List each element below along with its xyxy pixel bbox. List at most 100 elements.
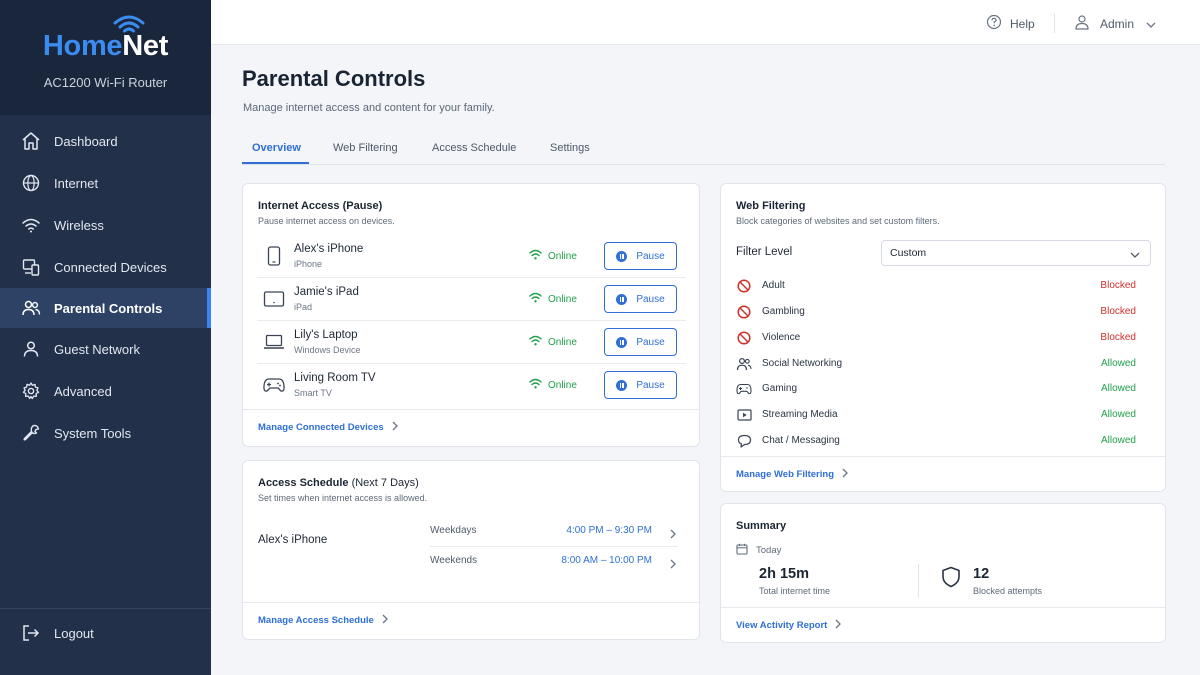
topbar-divider: [1054, 13, 1055, 33]
device-type: iPad: [294, 302, 313, 312]
sidebar-divider: [0, 608, 211, 609]
filter-level-select[interactable]: Custom: [881, 240, 1151, 266]
sidebar-item-system-tools[interactable]: System Tools: [0, 412, 211, 454]
devices-icon: [20, 256, 42, 278]
category-status[interactable]: Blocked: [1100, 280, 1136, 291]
schedule-row-weekdays[interactable]: Weekdays 4:00 PM – 9:30 PM: [430, 517, 678, 547]
web-filtering-card: Web Filtering Block categories of websit…: [720, 183, 1166, 492]
internet-access-card: Internet Access (Pause) Pause internet a…: [242, 183, 700, 447]
chevron-right-icon: [382, 614, 388, 627]
category-status[interactable]: Allowed: [1101, 383, 1136, 394]
sidebar-item-label: Advanced: [54, 383, 112, 399]
category-status[interactable]: Allowed: [1101, 409, 1136, 420]
logout-section: Logout: [0, 612, 211, 654]
category-row: Social Networking Allowed: [736, 354, 1136, 374]
card-footer: Manage Connected Devices: [243, 409, 699, 446]
sidebar-nav: Dashboard Internet Wireless Connected De…: [0, 120, 211, 454]
brand-logo[interactable]: HomeNet: [0, 30, 211, 63]
sidebar-item-parental-controls[interactable]: Parental Controls: [0, 288, 211, 328]
category-status[interactable]: Allowed: [1101, 358, 1136, 369]
manage-access-schedule-link[interactable]: Manage Access Schedule: [258, 614, 388, 627]
device-name: Lily's Laptop: [294, 329, 358, 341]
help-button[interactable]: Help: [986, 14, 1035, 33]
sidebar-item-advanced[interactable]: Advanced: [0, 370, 211, 412]
category-status[interactable]: Blocked: [1100, 306, 1136, 317]
user-icon: [1074, 14, 1090, 33]
tab-web-filtering[interactable]: Web Filtering: [333, 142, 398, 154]
schedule-row-weekends[interactable]: Weekends 8:00 AM – 10:00 PM: [430, 547, 678, 577]
stat-divider: [918, 564, 919, 598]
manage-web-filtering-link[interactable]: Manage Web Filtering: [736, 468, 848, 481]
pause-button[interactable]: Pause: [604, 285, 677, 313]
category-row: Streaming Media Allowed: [736, 405, 1136, 425]
sidebar-item-dashboard[interactable]: Dashboard: [0, 120, 211, 162]
sidebar-item-connected-devices[interactable]: Connected Devices: [0, 246, 211, 288]
category-row: Gaming Allowed: [736, 379, 1136, 399]
link-label: Manage Access Schedule: [258, 615, 374, 626]
help-icon: [986, 14, 1002, 33]
category-status[interactable]: Blocked: [1100, 332, 1136, 343]
users-icon: [20, 297, 42, 319]
manage-connected-devices-link[interactable]: Manage Connected Devices: [258, 421, 398, 434]
block-icon: [736, 330, 752, 346]
top-bar: Help Admin: [211, 0, 1200, 45]
page-title: Parental Controls: [242, 66, 426, 91]
tab-access-schedule[interactable]: Access Schedule: [432, 142, 516, 154]
logout-button[interactable]: Logout: [0, 612, 211, 654]
chevron-down-icon: [1130, 249, 1140, 261]
brand-name-net: Net: [122, 30, 169, 62]
pause-button[interactable]: Pause: [604, 371, 677, 399]
sidebar-item-wireless[interactable]: Wireless: [0, 204, 211, 246]
schedule-device-name: Alex's iPhone: [258, 534, 328, 546]
schedule-time: 4:00 PM – 9:30 PM: [566, 525, 652, 536]
pause-icon: [616, 293, 628, 305]
device-row: Alex's iPhone iPhone Online Pause: [257, 235, 686, 278]
category-name: Streaming Media: [762, 409, 838, 420]
category-row: Chat / Messaging Allowed: [736, 431, 1136, 451]
category-status[interactable]: Allowed: [1101, 435, 1136, 446]
device-status: Online: [529, 378, 577, 392]
laptop-icon: [263, 332, 285, 352]
user-name: Admin: [1100, 16, 1135, 31]
status-label: Online: [548, 379, 577, 391]
user-menu[interactable]: Admin: [1074, 14, 1156, 33]
tab-bar: Overview Web Filtering Access Schedule S…: [242, 132, 1165, 165]
summary-period: Today: [736, 543, 781, 558]
block-icon: [736, 304, 752, 320]
card-footer: Manage Access Schedule: [243, 602, 699, 639]
tab-settings[interactable]: Settings: [550, 142, 590, 154]
device-row: Living Room TV Smart TV Online Pause: [257, 364, 686, 407]
help-label: Help: [1010, 16, 1035, 31]
phone-icon: [263, 246, 285, 266]
gamepad-icon: [263, 375, 285, 395]
pause-button[interactable]: Pause: [604, 242, 677, 270]
schedule-day-label: Weekdays: [430, 525, 477, 536]
device-status: Online: [529, 249, 577, 263]
chevron-right-icon: [392, 421, 398, 434]
user-icon: [20, 338, 42, 360]
sidebar-item-internet[interactable]: Internet: [0, 162, 211, 204]
logout-label: Logout: [54, 625, 94, 641]
calendar-icon: [736, 543, 748, 558]
wrench-icon: [20, 422, 42, 444]
sidebar-item-label: Dashboard: [54, 133, 118, 149]
wifi-icon: [529, 335, 542, 349]
wifi-icon: [529, 378, 542, 392]
summary-card: Summary Today 2h 15m Total internet time…: [720, 503, 1166, 643]
gamepad-icon: [736, 381, 752, 397]
pause-button[interactable]: Pause: [604, 328, 677, 356]
category-name: Social Networking: [762, 358, 843, 369]
device-type: Windows Device: [294, 345, 361, 355]
device-status: Online: [529, 292, 577, 306]
blocked-attempts-value: 12: [973, 566, 990, 582]
filter-level-value: Custom: [890, 247, 927, 259]
blocked-attempts-label: Blocked attempts: [973, 586, 1043, 596]
sidebar-item-guest-network[interactable]: Guest Network: [0, 328, 211, 370]
card-title-note: (Next 7 Days): [351, 477, 419, 489]
sidebar: HomeNet AC1200 Wi-Fi Router Dashboard In…: [0, 0, 211, 675]
sidebar-item-label: Parental Controls: [54, 300, 163, 316]
card-subtitle: Pause internet access on devices.: [258, 216, 395, 226]
view-activity-report-link[interactable]: View Activity Report: [736, 619, 842, 632]
internet-time-label: Total internet time: [759, 586, 831, 596]
tab-overview[interactable]: Overview: [252, 142, 301, 154]
